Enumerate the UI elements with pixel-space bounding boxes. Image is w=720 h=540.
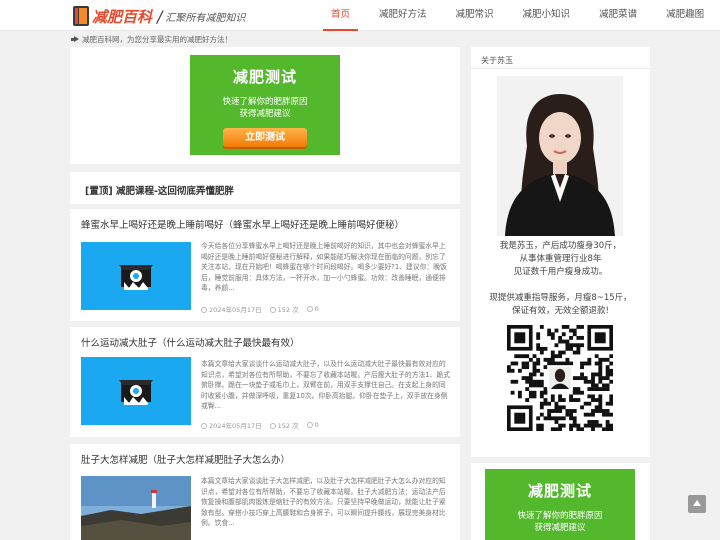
- article-views: 152 次: [277, 422, 299, 430]
- ad-title: 减肥测试: [527, 482, 592, 500]
- author-portrait: [497, 76, 623, 236]
- author-bio-2: 从事体重管理行业8年: [519, 254, 602, 264]
- sidebar-ad-banner[interactable]: 减肥测试 快速了解你的肥胖原因 获得减肥建议: [485, 469, 635, 540]
- logo-thumb-icon: [119, 380, 153, 405]
- article-excerpt: 今天给各位分享蜂蜜水早上喝好还是晚上睡前喝好的知识，其中也会对蜂蜜水早上喝好还是…: [201, 242, 447, 292]
- nav-tips[interactable]: 减肥小知识: [515, 0, 579, 31]
- article-card: 蜂蜜水早上喝好还是晚上睡前喝好（蜂蜜水早上喝好还是晚上睡前喝好便秘） 今天给各位…: [70, 209, 460, 321]
- author-bio-5: 保证有效，无效全额退款!: [512, 306, 609, 316]
- nav-recipes[interactable]: 减肥菜谱: [591, 0, 645, 31]
- nav-methods[interactable]: 减肥好方法: [371, 0, 435, 31]
- ad-banner[interactable]: 减肥测试 快速了解你的肥胖原因 获得减肥建议 立即测试: [190, 55, 340, 155]
- comment-icon: [306, 422, 313, 428]
- lighthouse-image: [81, 476, 191, 540]
- wechat-qr-code[interactable]: [507, 325, 614, 432]
- article-thumbnail[interactable]: [81, 476, 191, 540]
- logo-slash: /: [157, 6, 163, 26]
- qr-code-icon: [507, 325, 614, 432]
- ad-line-1: 快速了解你的肥胖原因: [222, 97, 308, 107]
- back-to-top-button[interactable]: [688, 495, 706, 513]
- logo-thumb-icon: [119, 265, 153, 290]
- site-header: 减肥百科 / 汇聚所有减肥知识 首页 减肥好方法 减肥常识 减肥小知识 减肥菜谱…: [0, 0, 720, 31]
- article-card: 什么运动减大肚子（什么运动减大肚子最快最有效） 本篇文章给大家谈谈什么运动减大肚…: [70, 327, 460, 437]
- logo-name: 减肥百科: [92, 7, 153, 26]
- article-excerpt: 本篇文章给大家谈谈肚子大怎样减肥，以及肚子大怎样减肥肚子大怎么办对应的知识点，希…: [201, 477, 446, 527]
- comment-icon: [306, 306, 313, 312]
- about-divider: [471, 68, 650, 69]
- article-comments[interactable]: 0: [315, 305, 319, 313]
- clock-icon: [201, 423, 207, 429]
- megaphone-icon: [71, 36, 79, 43]
- clock-icon: [201, 307, 207, 313]
- sticky-post-link[interactable]: [置顶] 减肥课程-这回彻底弄懂肥胖: [85, 183, 234, 197]
- nav-home[interactable]: 首页: [323, 0, 359, 31]
- logo-subtitle: 汇聚所有减肥知识: [165, 12, 246, 24]
- article-meta: 2024年05月17日 152 次 0: [201, 304, 327, 314]
- article-thumbnail[interactable]: [81, 242, 191, 310]
- article-thumbnail[interactable]: [81, 357, 191, 425]
- site-logo[interactable]: 减肥百科 / 汇聚所有减肥知识: [73, 5, 245, 27]
- nav-common-sense[interactable]: 减肥常识: [448, 0, 502, 31]
- article-comments[interactable]: 0: [315, 421, 319, 429]
- article-title[interactable]: 肚子大怎样减肥（肚子大怎样减肥肚子大怎么办）: [81, 452, 290, 466]
- article-views: 152 次: [277, 306, 299, 314]
- about-heading: 关于苏玉: [481, 56, 513, 65]
- ad-line-1: 快速了解你的肥胖原因: [517, 511, 603, 521]
- main-nav: 首页 减肥好方法 减肥常识 减肥小知识 减肥菜谱 减肥趣图: [323, 0, 720, 31]
- book-icon: [73, 6, 89, 26]
- author-bio-4: 现提供减重指导服务，月瘦8~15斤，: [489, 293, 632, 303]
- article-date: 2024年05月17日: [209, 422, 262, 430]
- notice-bar: 减肥百科网，为您分享最实用的减肥好方法！: [71, 33, 232, 45]
- ad-panel: 减肥测试 快速了解你的肥胖原因 获得减肥建议 立即测试: [70, 47, 460, 164]
- ad-line-2: 获得减肥建议: [239, 109, 291, 119]
- author-bio-3: 见证数千用户瘦身成功。: [513, 267, 608, 277]
- nav-funny-pics[interactable]: 减肥趣图: [658, 0, 712, 31]
- article-excerpt: 本篇文章给大家谈谈什么运动减大肚子，以及什么运动减大肚子最快最有效对应的知识点，…: [201, 360, 451, 410]
- article-card: 肚子大怎样减肥（肚子大怎样减肥肚子大怎么办） 本篇文章给大家谈谈肚子大怎样减肥，…: [70, 444, 460, 540]
- article-title[interactable]: 蜂蜜水早上喝好还是晚上睡前喝好（蜂蜜水早上喝好还是晚上睡前喝好便秘）: [81, 217, 404, 231]
- eye-icon: [269, 307, 276, 313]
- article-meta: 2024年05月17日 152 次 0: [201, 420, 327, 430]
- article-title[interactable]: 什么运动减大肚子（什么运动减大肚子最快最有效）: [81, 335, 300, 349]
- notice-text: 减肥百科网，为您分享最实用的减肥好方法！: [82, 34, 232, 44]
- article-date: 2024年05月17日: [209, 306, 262, 314]
- start-test-button[interactable]: 立即测试: [223, 128, 307, 147]
- author-bio-1: 我是苏玉，产后成功瘦身30斤，: [499, 241, 622, 251]
- ad-line-2: 获得减肥建议: [534, 523, 586, 533]
- eye-icon: [269, 423, 276, 429]
- ad-title: 减肥测试: [232, 68, 297, 86]
